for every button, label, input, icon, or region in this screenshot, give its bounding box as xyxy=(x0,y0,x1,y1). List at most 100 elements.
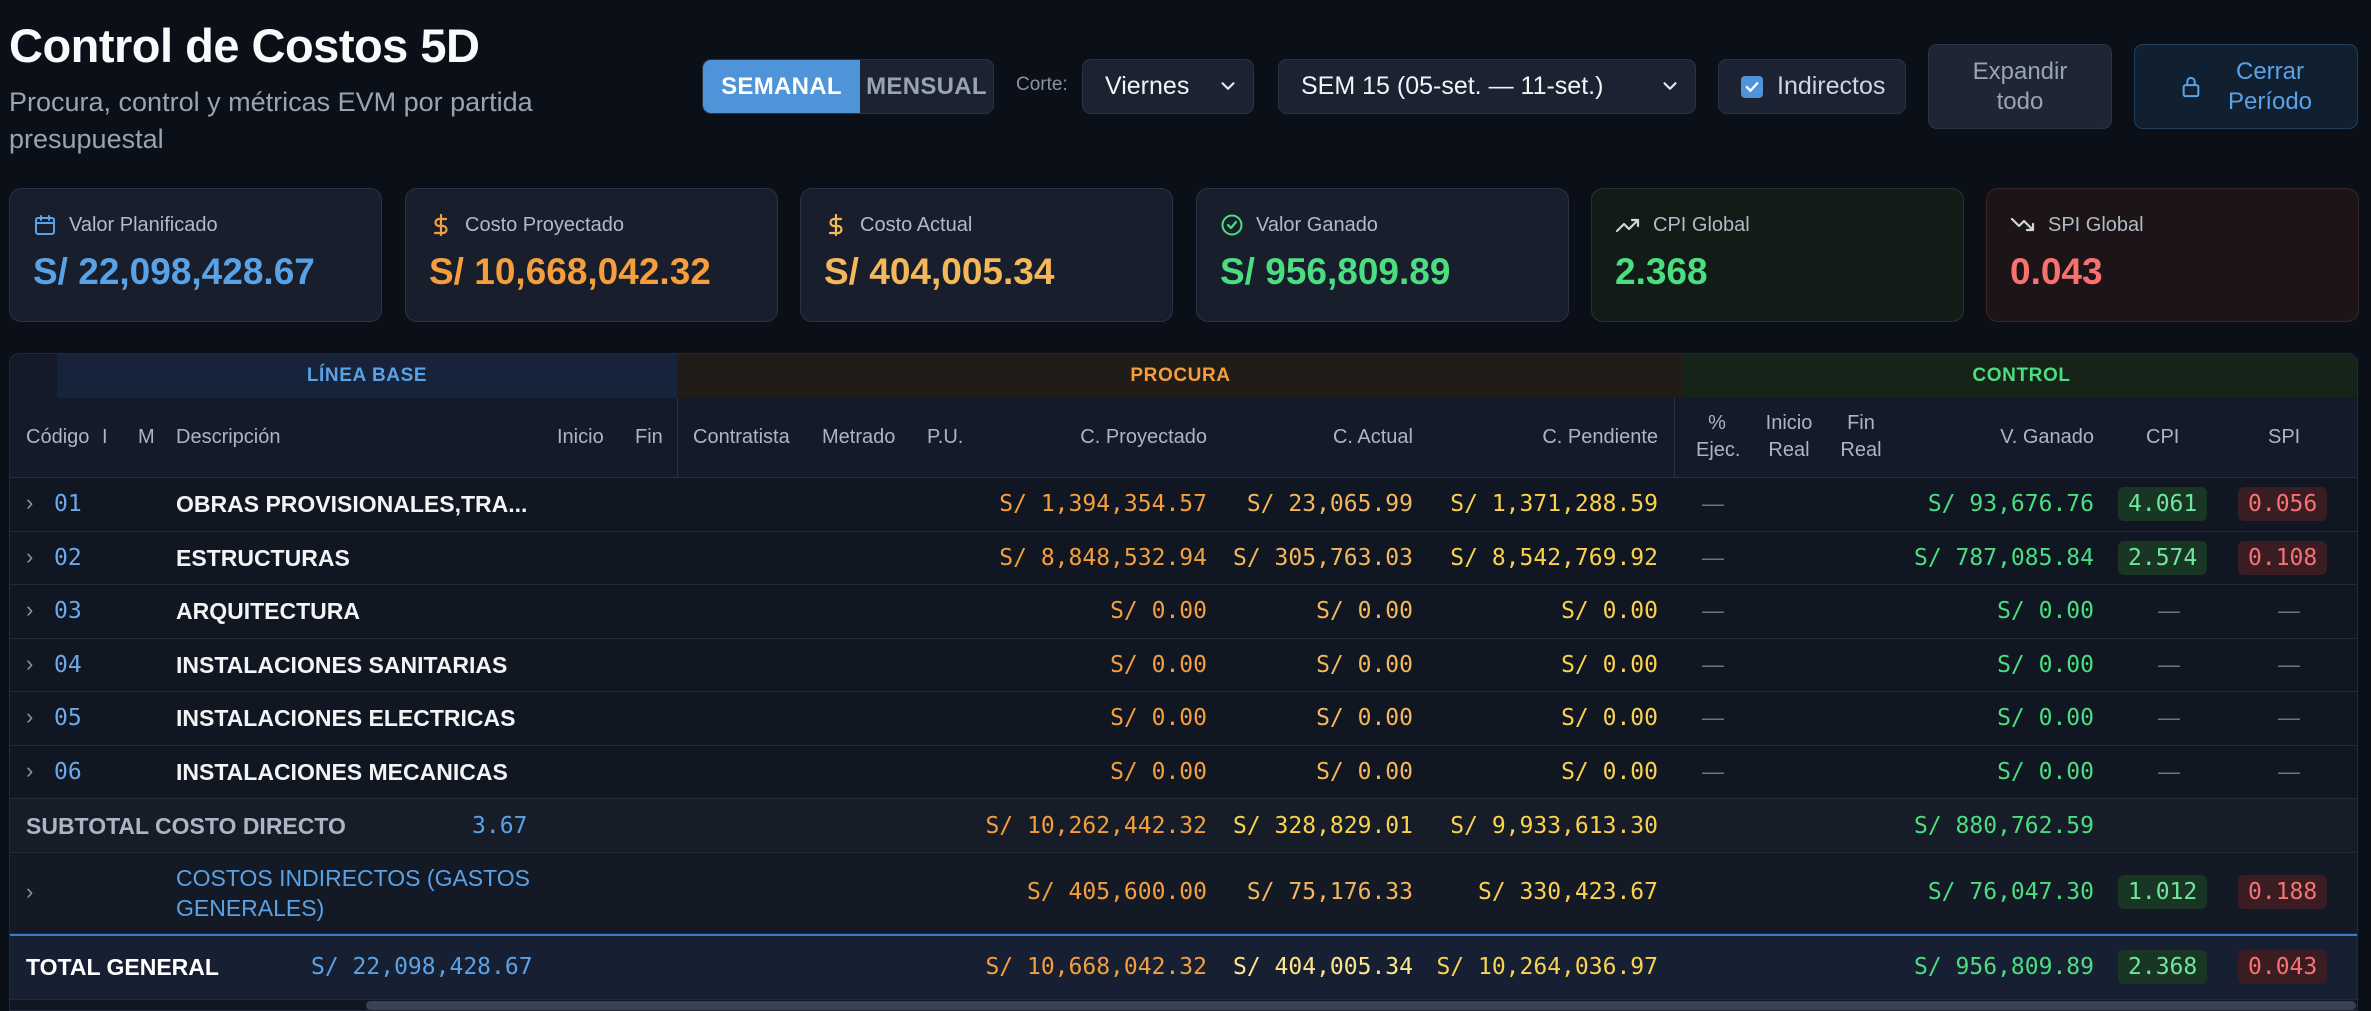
lock-icon xyxy=(2182,76,2200,97)
col-inicio-real[interactable]: Inicio Real xyxy=(1762,410,1816,464)
row-v-ganado: S/ 0.00 xyxy=(1997,705,2094,731)
page-subtitle: Procura, control y métricas EVM por part… xyxy=(9,87,533,154)
subtotal-label: SUBTOTAL COSTO DIRECTO xyxy=(26,813,346,839)
col-pu[interactable]: P.U. xyxy=(927,424,963,451)
group-procura: PROCURA xyxy=(677,354,1684,398)
row-c-actual: S/ 0.00 xyxy=(1316,705,1413,731)
table-row[interactable]: › 02 ESTRUCTURAS S/ 8,848,532.94 S/ 305,763.… xyxy=(10,532,2357,585)
table-row[interactable]: › 04 INSTALACIONES SANITARIAS S/ 0.00 S/ 0.0… xyxy=(10,639,2357,692)
col-c-actual[interactable]: C. Actual xyxy=(1333,424,1413,451)
row-spi: — xyxy=(2278,651,2300,677)
week-select[interactable]: SEM 15 (05-set. — 11-set.) xyxy=(1278,59,1696,114)
row-cpi: — xyxy=(2158,598,2180,623)
chevron-right-icon[interactable]: › xyxy=(26,490,33,516)
group-header-blank xyxy=(10,354,57,398)
indirectos-toggle[interactable]: Indirectos xyxy=(1718,59,1906,114)
corte-select[interactable]: Viernes xyxy=(1082,59,1254,114)
row-cpi: — xyxy=(2158,705,2180,730)
row-description: ARQUITECTURA xyxy=(176,598,360,624)
kpi-value: S/ 956,809.89 xyxy=(1220,251,1451,292)
row-pct-ejec: — xyxy=(1702,758,1724,784)
total-c-proyectado: S/ 10,668,042.32 xyxy=(985,954,1207,980)
col-c-proyectado[interactable]: C. Proyectado xyxy=(1080,424,1207,451)
row-c-pendiente: S/ 0.00 xyxy=(1561,758,1658,785)
col-i[interactable]: I xyxy=(102,424,108,451)
col-m[interactable]: M xyxy=(138,424,155,451)
week-select-value: SEM 15 (05-set. — 11-set.) xyxy=(1301,72,1604,100)
subtotal-row: SUBTOTAL COSTO DIRECTO 3.67 S/ 10,262,44… xyxy=(10,799,2357,853)
table-row[interactable]: › 03 ARQUITECTURA S/ 0.00 S/ 0.00 S/ 0.00 — S/ … xyxy=(10,585,2357,639)
chevron-right-icon[interactable]: › xyxy=(26,879,33,905)
expand-label-line2: todo xyxy=(1996,87,2044,115)
table-row[interactable]: › 06 INSTALACIONES MECANICAS S/ 0.00 S/ 0.00… xyxy=(10,746,2357,799)
col-contratista[interactable]: Contratista xyxy=(693,424,790,451)
row-cpi-badge: 2.574 xyxy=(2118,540,2208,575)
indirect-label-line1: COSTOS INDIRECTOS (GASTOS xyxy=(176,865,531,891)
row-c-proyectado: S/ 0.00 xyxy=(1110,651,1207,678)
chevron-right-icon[interactable]: › xyxy=(26,651,33,677)
col-spi[interactable]: SPI xyxy=(2268,424,2300,451)
row-c-actual: S/ 23,065.99 xyxy=(1246,491,1413,517)
col-pct-ejec[interactable]: % Ejec. xyxy=(1696,410,1740,464)
close-period-button[interactable]: Cerrar Período xyxy=(2134,44,2358,129)
indirectos-label: Indirectos xyxy=(1777,72,1886,100)
row-code: 06 xyxy=(54,758,82,785)
table-row[interactable]: › 05 INSTALACIONES ELECTRICAS S/ 0.00 S/ 0.0… xyxy=(10,692,2357,746)
col-fin[interactable]: Fin xyxy=(635,424,663,451)
subtotal-v-ganado: S/ 880,762.59 xyxy=(1913,813,2094,839)
col-fin-real-line2: Real xyxy=(1840,439,1882,461)
col-inicio-real-line1: Inicio xyxy=(1765,412,1813,434)
row-c-pendiente: S/ 8,542,769.92 xyxy=(1450,544,1658,571)
row-description: INSTALACIONES MECANICAS xyxy=(176,758,508,785)
tab-mensual[interactable]: MENSUAL xyxy=(860,60,993,113)
subtotal-base: 3.67 xyxy=(472,813,528,839)
col-codigo[interactable]: Código xyxy=(26,424,89,451)
checkbox-checked-icon[interactable] xyxy=(1741,75,1763,98)
row-v-ganado: S/ 93,676.76 xyxy=(1927,491,2094,517)
row-c-actual: S/ 0.00 xyxy=(1316,651,1413,678)
check-circle-icon xyxy=(1221,214,1243,236)
row-description: ESTRUCTURAS xyxy=(176,544,350,571)
horizontal-scrollbar[interactable] xyxy=(366,1001,2356,1010)
expand-label-line1: Expandir xyxy=(1972,57,2068,85)
row-c-actual: S/ 0.00 xyxy=(1316,598,1413,624)
kpi-value: 0.043 xyxy=(2010,251,2103,292)
kpi-label: CPI Global xyxy=(1653,213,1750,236)
chevron-right-icon[interactable]: › xyxy=(26,597,33,623)
trend-down-icon xyxy=(2010,217,2035,232)
expand-all-button[interactable]: Expandir todo xyxy=(1928,44,2112,129)
row-pct-ejec: — xyxy=(1702,598,1724,623)
period-toggle: SEMANAL MENSUAL xyxy=(702,59,994,114)
row-spi-badge: 0.108 xyxy=(2238,540,2328,575)
row-c-proyectado: S/ 0.00 xyxy=(1110,705,1207,731)
corte-label: Corte: xyxy=(1016,74,1068,95)
row-v-ganado: S/ 0.00 xyxy=(1997,758,2094,785)
indirect-cpi-badge: 1.012 xyxy=(2118,875,2208,909)
col-metrado[interactable]: Metrado xyxy=(822,424,895,451)
row-c-actual: S/ 305,763.03 xyxy=(1232,544,1413,571)
row-v-ganado: S/ 0.00 xyxy=(1997,598,2094,624)
chevron-right-icon[interactable]: › xyxy=(26,544,33,570)
col-inicio[interactable]: Inicio xyxy=(557,424,604,451)
total-cpi-badge: 2.368 xyxy=(2118,950,2208,984)
row-description: OBRAS PROVISIONALES,TRA... xyxy=(176,491,528,517)
tab-semanal[interactable]: SEMANAL xyxy=(703,60,860,113)
col-cpi[interactable]: CPI xyxy=(2146,424,2179,451)
row-description: INSTALACIONES ELECTRICAS xyxy=(176,705,516,731)
chevron-right-icon[interactable]: › xyxy=(26,704,33,730)
row-c-pendiente: S/ 1,371,288.59 xyxy=(1450,491,1658,517)
row-code: 02 xyxy=(54,544,82,571)
col-fin-real[interactable]: Fin Real xyxy=(1840,410,1882,464)
kpi-costo-actual: Costo Actual S/ 404,005.34 xyxy=(800,188,1173,322)
table-row[interactable]: › 01 OBRAS PROVISIONALES,TRA... S/ 1,394,35… xyxy=(10,478,2357,532)
total-v-ganado: S/ 956,809.89 xyxy=(1913,954,2094,980)
row-v-ganado: S/ 787,085.84 xyxy=(1913,544,2094,571)
indirect-row[interactable]: › COSTOS INDIRECTOS (GASTOS GENERALES) S/… xyxy=(10,853,2357,934)
total-label: TOTAL GENERAL xyxy=(26,954,219,980)
col-c-pendiente[interactable]: C. Pendiente xyxy=(1542,424,1658,451)
col-v-ganado[interactable]: V. Ganado xyxy=(2000,424,2094,451)
kpi-label: Valor Ganado xyxy=(1256,213,1378,236)
chevron-right-icon[interactable]: › xyxy=(26,758,33,784)
row-code: 05 xyxy=(54,705,82,731)
col-descripcion[interactable]: Descripción xyxy=(176,424,280,451)
